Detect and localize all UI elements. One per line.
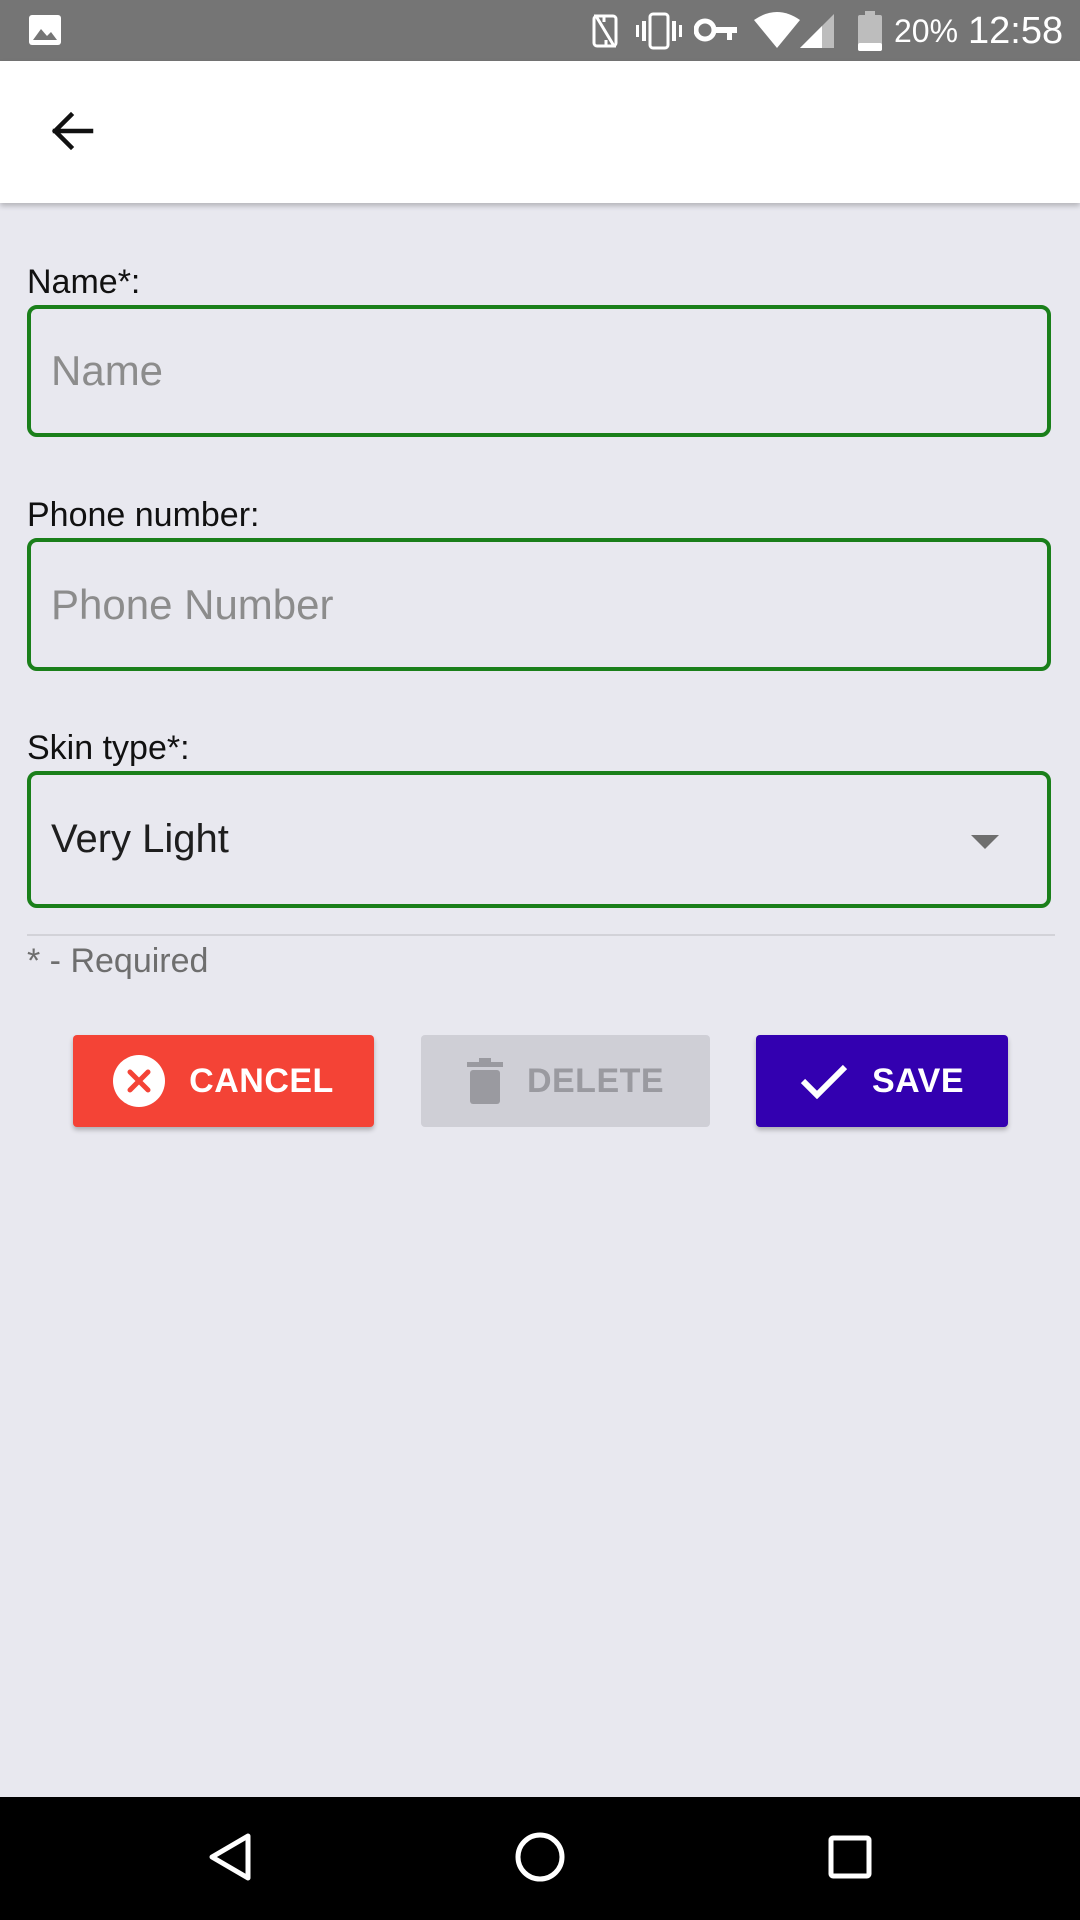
cancel-button[interactable]: CANCEL <box>73 1035 374 1127</box>
battery-icon <box>858 11 882 56</box>
delete-button-label: DELETE <box>526 1061 665 1100</box>
vibrate-icon <box>636 12 682 55</box>
app-bar <box>0 61 1080 203</box>
check-icon <box>800 1063 848 1099</box>
divider <box>27 934 1055 936</box>
gallery-icon <box>28 14 62 51</box>
nav-recents-button[interactable] <box>814 1823 886 1895</box>
trash-icon <box>466 1058 503 1104</box>
home-circle-icon <box>514 1831 566 1888</box>
navigation-bar <box>0 1797 1080 1920</box>
nav-home-button[interactable] <box>504 1823 576 1895</box>
back-triangle-icon <box>206 1832 254 1887</box>
delete-button[interactable]: DELETE <box>421 1035 710 1127</box>
battery-percentage: 20% <box>894 13 959 49</box>
phone-label: Phone number: <box>27 496 260 534</box>
clock: 12:58 <box>968 10 1064 52</box>
key-icon <box>693 16 738 49</box>
required-note: * - Required <box>27 942 209 980</box>
save-button[interactable]: SAVE <box>756 1035 1008 1127</box>
phone-input[interactable] <box>31 542 1047 667</box>
save-button-label: SAVE <box>871 1061 965 1100</box>
skin-type-select[interactable]: Very Light <box>27 771 1051 908</box>
status-bar: 20% 12:58 <box>0 0 1080 61</box>
dropdown-arrow-icon <box>971 835 999 854</box>
recents-square-icon <box>827 1834 873 1885</box>
back-button[interactable] <box>30 91 114 175</box>
nfc-icon <box>590 12 620 55</box>
nav-back-button[interactable] <box>194 1823 266 1895</box>
skin-type-label: Skin type*: <box>27 729 190 767</box>
signal-icon <box>800 12 836 55</box>
cancel-button-label: CANCEL <box>189 1061 334 1100</box>
name-label: Name*: <box>27 263 141 301</box>
arrow-back-icon <box>49 108 95 159</box>
wifi-icon <box>754 12 800 55</box>
cancel-circle-icon <box>113 1055 166 1107</box>
phone-field-container <box>27 538 1051 671</box>
name-input[interactable] <box>31 309 1047 433</box>
name-field-container <box>27 305 1051 437</box>
skin-type-value: Very Light <box>51 817 229 861</box>
